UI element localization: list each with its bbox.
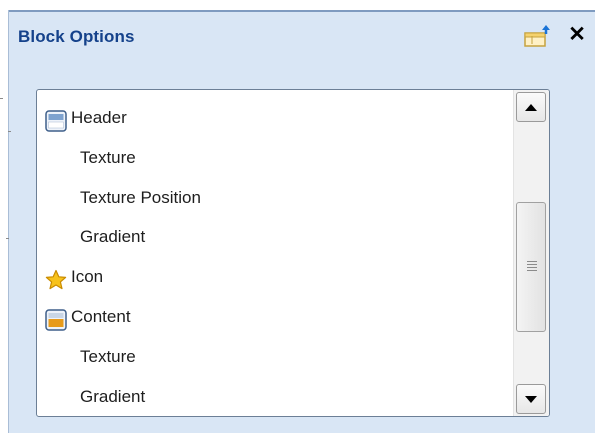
list-item[interactable]: Gradient: [37, 217, 513, 257]
scroll-up-button[interactable]: [516, 92, 546, 122]
grip-icon: [527, 261, 537, 273]
list-item-label: Gradient: [80, 227, 146, 246]
panel-left-border: [8, 10, 9, 433]
list-item-label: Header: [71, 108, 127, 127]
scroll-down-button[interactable]: [516, 384, 546, 414]
block-options-list[interactable]: Header Texture Texture Position Gradient Ico…: [36, 89, 550, 417]
list-items: Header Texture Texture Position Gradient Ico…: [37, 90, 513, 416]
list-item[interactable]: Texture: [37, 337, 513, 377]
list-item-label: Texture Position: [80, 188, 201, 207]
panel-title: Block Options: [18, 27, 135, 46]
scroll-thumb[interactable]: [516, 202, 546, 332]
list-item-label: Icon: [71, 267, 104, 286]
list-item-label: Content: [71, 307, 131, 326]
list-item[interactable]: Header: [37, 98, 513, 138]
list-item[interactable]: Texture: [37, 138, 513, 178]
panel-options-icon[interactable]: [524, 24, 558, 48]
list-item-label: Texture: [80, 148, 136, 167]
list-item[interactable]: Texture Position: [37, 178, 513, 218]
list-item[interactable]: Icon: [37, 257, 513, 297]
list-item-label: Gradient: [80, 387, 146, 406]
arrow-up-icon: [525, 104, 537, 111]
close-icon: ✕: [568, 23, 586, 46]
list-item[interactable]: Content: [37, 297, 513, 337]
list-item-label: Texture: [80, 347, 136, 366]
header-block-icon: [45, 107, 67, 132]
close-button[interactable]: ✕: [567, 24, 587, 46]
list-item[interactable]: Gradient: [37, 377, 513, 416]
arrow-down-icon: [525, 396, 537, 403]
vertical-scrollbar[interactable]: [513, 90, 549, 416]
star-icon: [45, 266, 67, 290]
content-block-icon: [45, 306, 67, 331]
